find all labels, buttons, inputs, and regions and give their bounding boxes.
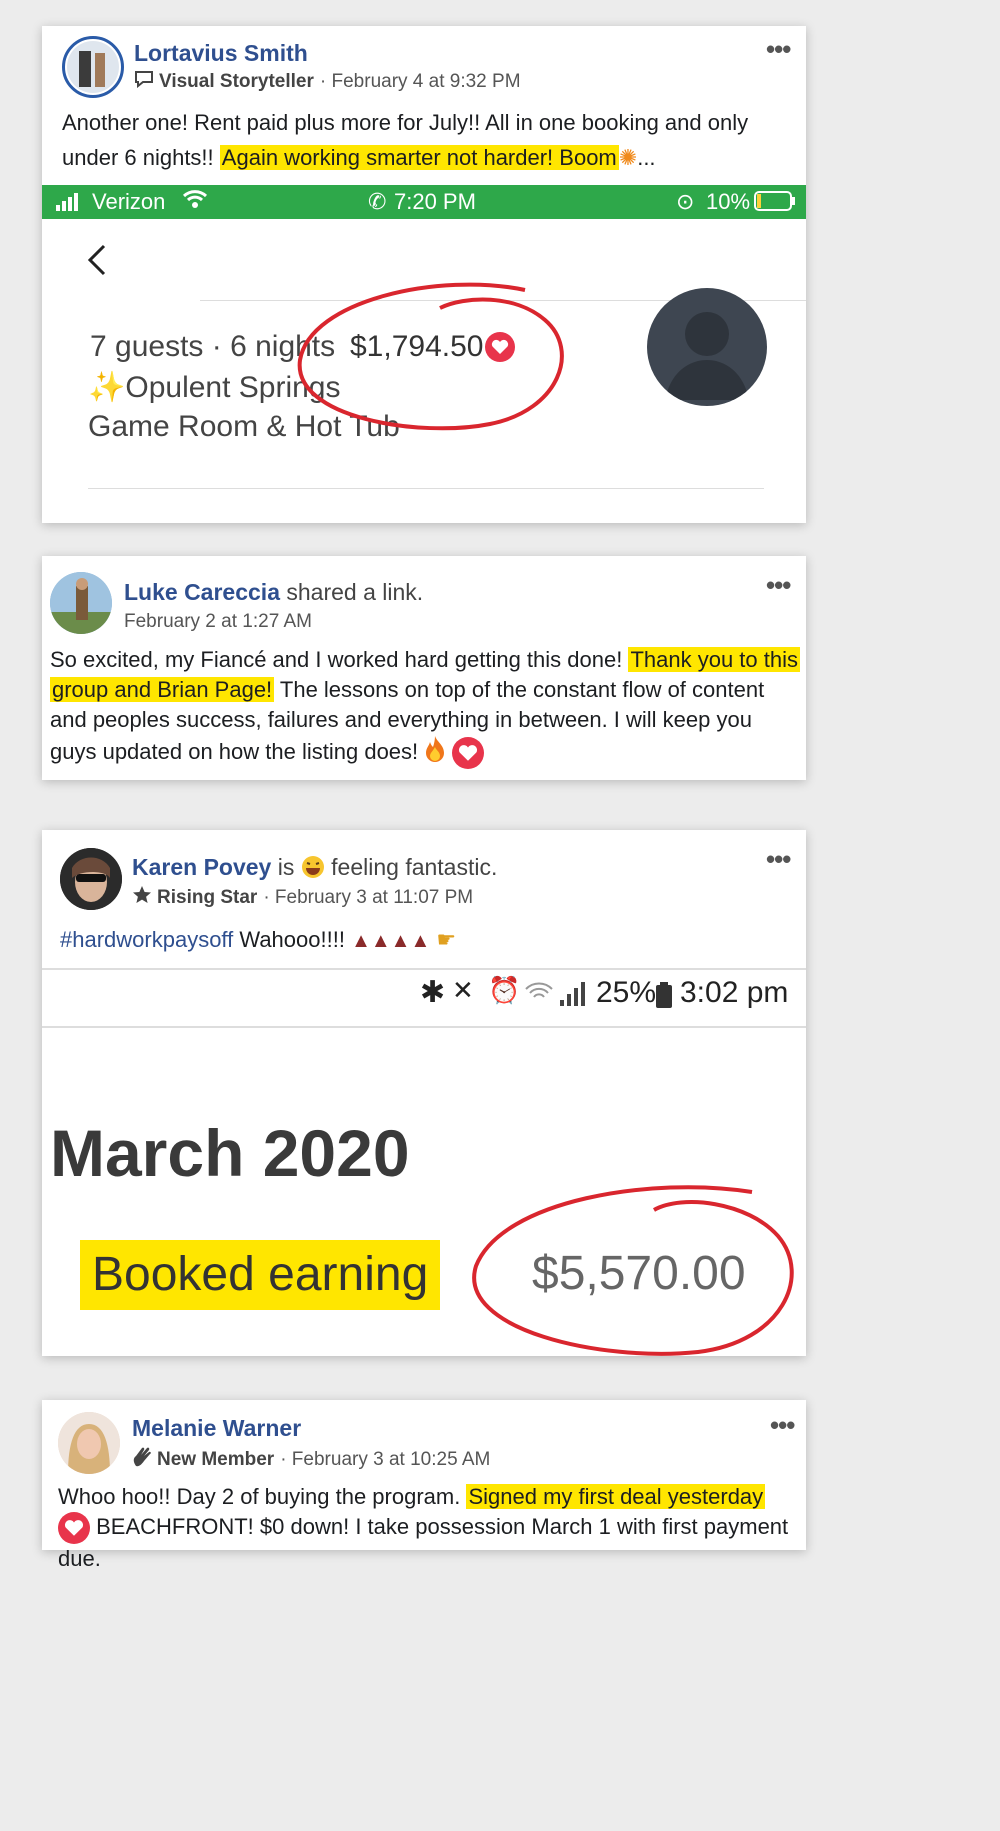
post-body: Another one! Rent paid plus more for Jul… <box>62 110 749 170</box>
highlighted-text: Signed my first deal yesterday <box>466 1484 766 1509</box>
more-options-button[interactable]: ••• <box>766 36 791 62</box>
sparkles-icon: ✨ <box>88 371 126 404</box>
avatar-karen[interactable] <box>60 848 122 910</box>
pointing-hand-emoji-icon: ☛ <box>436 927 457 952</box>
author-name[interactable]: Lortavius Smith <box>134 40 308 67</box>
post-meta: New Member · February 3 at 10:25 AM <box>132 1446 490 1474</box>
post-body: #hardworkpaysoff Wahooo!!!! ▲▲▲▲ ☛ <box>60 927 457 952</box>
avatar-melanie[interactable] <box>58 1412 120 1474</box>
mute-icon: ✕ <box>452 975 474 1005</box>
bluetooth-icon: ✱ <box>420 976 446 1009</box>
star-icon <box>132 885 152 911</box>
red-circle-annotation <box>297 282 564 431</box>
divider <box>42 968 806 970</box>
laughing-emoji-icon <box>301 854 331 880</box>
more-options-button[interactable]: ••• <box>770 1412 795 1438</box>
status-time: 7:20 PM <box>394 189 476 214</box>
battery-icon <box>754 191 796 217</box>
battery-icon <box>656 982 672 1016</box>
avatar-luke[interactable] <box>50 572 112 634</box>
phone-status-bar: Verizon ✆ 7:20 PM ⊙ 10% <box>42 185 806 219</box>
hashtag-link[interactable]: #hardworkpaysoff <box>60 927 233 952</box>
battery-percent: 25% <box>596 976 657 1009</box>
rotation-lock-icon: ⊙ <box>676 189 695 214</box>
avatar-lortavius[interactable] <box>62 36 124 98</box>
more-options-button[interactable]: ••• <box>766 846 791 872</box>
back-chevron-icon[interactable] <box>86 244 108 281</box>
badge-label: Visual Storyteller <box>159 71 314 92</box>
author-name[interactable]: Luke Careccia <box>124 579 280 605</box>
alarm-icon: ⏰ <box>488 975 521 1005</box>
wifi-icon <box>182 188 208 216</box>
divider <box>88 488 764 489</box>
divider <box>42 1026 806 1028</box>
collision-emoji-icon: ✺ <box>618 145 638 170</box>
post-card-lortavius <box>42 26 806 523</box>
highlighted-text: Thank you to this <box>628 647 800 672</box>
speech-bubble-icon <box>134 70 154 94</box>
badge-label: New Member <box>157 1449 275 1470</box>
signal-icon <box>56 191 80 217</box>
timestamp[interactable]: February 2 at 1:27 AM <box>124 611 312 633</box>
more-options-button[interactable]: ••• <box>766 572 791 598</box>
timestamp[interactable]: · February 4 at 9:32 PM <box>320 71 521 93</box>
post-meta: Visual Storyteller · February 4 at 9:32 … <box>134 70 521 94</box>
waving-hand-icon <box>132 1446 152 1474</box>
post-body: Whoo hoo!! Day 2 of buying the program. … <box>58 1484 789 1572</box>
post-body: So excited, my Fiancé and I worked hard … <box>50 645 800 771</box>
phone-call-icon: ✆ <box>368 189 387 214</box>
highlighted-text: group and Brian Page! <box>50 677 275 702</box>
author-line: Karen Povey is feeling fantastic. <box>132 854 498 880</box>
booked-earning-label: Booked earning <box>80 1240 441 1310</box>
badge-label: Rising Star <box>157 887 258 908</box>
signal-icon <box>560 980 588 1014</box>
carrier-label: Verizon <box>92 189 166 214</box>
heart-icon <box>452 737 485 769</box>
red-circle-annotation <box>472 1185 794 1356</box>
author-name[interactable]: Karen Povey <box>132 854 271 880</box>
fire-icon <box>424 735 446 771</box>
flexed-biceps-emoji-icon: ▲▲▲▲ <box>351 930 431 952</box>
status-time: 3:02 pm <box>680 976 789 1009</box>
earnings-month-title: March 2020 <box>50 1116 410 1190</box>
post-meta: Rising Star · February 3 at 11:07 PM <box>132 885 473 911</box>
battery-percent: 10% <box>706 189 751 214</box>
wifi-icon <box>524 979 554 1013</box>
host-avatar <box>647 288 767 406</box>
heart-icon <box>58 1512 90 1545</box>
timestamp[interactable]: · February 3 at 10:25 AM <box>280 1449 490 1471</box>
timestamp[interactable]: · February 3 at 11:07 PM <box>263 887 473 909</box>
highlighted-text: Again working smarter not harder! Boom <box>219 145 619 170</box>
author-name[interactable]: Melanie Warner <box>132 1415 301 1442</box>
author-line: Luke Careccia shared a link. <box>124 579 424 605</box>
